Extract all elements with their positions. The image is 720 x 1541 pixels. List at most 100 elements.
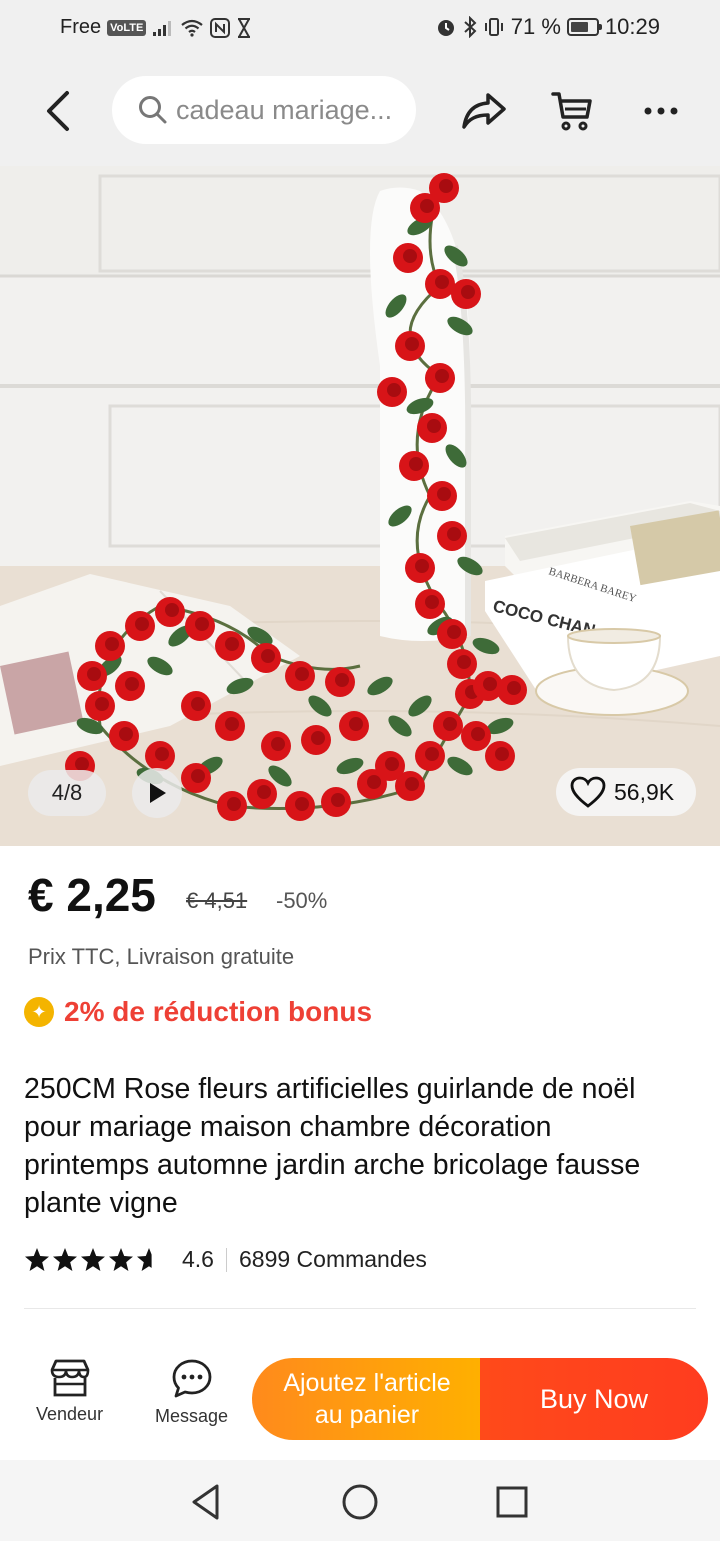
- alarm-icon: [435, 16, 457, 38]
- star-icon: [25, 1247, 49, 1271]
- nfc-icon: [210, 17, 231, 38]
- garland-rose-center: [435, 275, 449, 289]
- bonus-text: 2% de réduction bonus: [64, 996, 373, 1027]
- garland-rose-center: [135, 617, 149, 631]
- likes-count: 56,9K: [614, 778, 675, 805]
- star-icon: [53, 1247, 77, 1271]
- garland-rose-center: [195, 617, 209, 631]
- garland-rose-center: [227, 797, 241, 811]
- garland-rose-center: [311, 731, 325, 745]
- signal-icon: [152, 19, 174, 37]
- battery-icon: [566, 18, 602, 36]
- chat-icon: [172, 1359, 211, 1398]
- star-icon: [137, 1247, 161, 1271]
- rating-value: 4.6: [182, 1246, 214, 1272]
- status-right: 71 % 10:29: [435, 14, 660, 40]
- garland-rose-center: [483, 677, 497, 691]
- buy-now-label: Buy Now: [539, 1383, 649, 1414]
- status-left: Free VoLTE: [60, 16, 252, 39]
- garland-rose-center: [261, 649, 275, 663]
- clock: 10:29: [604, 14, 660, 39]
- garland-rose-center: [461, 285, 475, 299]
- back-button[interactable]: [36, 86, 80, 136]
- top-bar: cadeau mariage...: [0, 56, 720, 166]
- seller-label: Vendeur: [36, 1404, 104, 1424]
- bonus-row[interactable]: ✦ 2% de réduction bonus: [24, 996, 372, 1028]
- buy-now-button[interactable]: Buy Now: [480, 1358, 708, 1440]
- garland-rose-center: [437, 487, 451, 501]
- search-placeholder: cadeau mariage...: [176, 94, 393, 125]
- rating-separator: [225, 1247, 227, 1272]
- cart-button[interactable]: [546, 86, 598, 136]
- play-button[interactable]: [132, 768, 182, 818]
- vibrate-icon: [483, 16, 505, 38]
- garland-rose-center: [125, 677, 139, 691]
- nav-recents-icon: [496, 1486, 528, 1518]
- garland-rose-center: [507, 681, 521, 695]
- tax-shipping-info: Prix TTC, Livraison gratuite: [28, 944, 295, 969]
- garland-rose-center: [435, 369, 449, 383]
- garland-rose-center: [425, 595, 439, 609]
- image-counter: 4/8: [28, 770, 106, 816]
- garland-rose-center: [155, 747, 169, 761]
- garland-rose-center: [295, 797, 309, 811]
- nav-home-icon: [342, 1484, 378, 1520]
- garland-rose-center: [387, 383, 401, 397]
- more-icon: [644, 107, 678, 115]
- add-to-cart-button[interactable]: Ajoutez l'article au panier: [252, 1358, 482, 1440]
- garland-rose-center: [225, 637, 239, 651]
- garland-rose-center: [331, 793, 345, 807]
- bonus-star-icon: ✦: [24, 997, 54, 1027]
- garland-rose-center: [95, 697, 109, 711]
- divider: [24, 1308, 696, 1309]
- message-tab[interactable]: Message: [155, 1358, 228, 1427]
- battery-percent: 71 %: [510, 14, 561, 39]
- store-icon: [50, 1359, 89, 1397]
- garland-rose-center: [447, 527, 461, 541]
- cart-icon: [551, 92, 592, 131]
- garland-rose-center: [191, 697, 205, 711]
- carrier-label: Free: [60, 16, 102, 38]
- star-icon: [109, 1247, 133, 1271]
- garland-rose-center: [403, 249, 417, 263]
- garland-rose-center: [409, 457, 423, 471]
- wishlist-button[interactable]: 56,9K: [556, 768, 696, 816]
- seller-tab[interactable]: Vendeur: [36, 1358, 103, 1425]
- star-rating: [24, 1247, 162, 1273]
- system-nav-bar: [0, 1460, 720, 1541]
- garland-rose-center: [75, 757, 89, 771]
- garland-rose-center: [425, 747, 439, 761]
- heart-icon: [570, 776, 606, 808]
- message-label: Message: [155, 1406, 229, 1426]
- product-image[interactable]: BARBERA BAREY COCO CHAN: [0, 166, 720, 846]
- share-button[interactable]: [458, 86, 510, 136]
- nav-back-icon: [192, 1484, 219, 1520]
- nav-recents-button[interactable]: [490, 1480, 534, 1524]
- garland-rose-center: [385, 757, 399, 771]
- nav-back-button[interactable]: [184, 1480, 228, 1524]
- wifi-icon: [180, 19, 204, 37]
- garland-rose-center: [439, 179, 453, 193]
- garland-rose-center: [225, 717, 239, 731]
- play-icon: [150, 783, 166, 803]
- hourglass-icon: [236, 17, 252, 38]
- add-to-cart-label: Ajoutez l'article au panier: [283, 1369, 451, 1429]
- garland-rose-center: [447, 625, 461, 639]
- search-icon: [139, 96, 167, 124]
- garland-rose-center: [271, 737, 285, 751]
- discount-badge: -50%: [276, 888, 328, 913]
- garland-rose-center: [405, 777, 419, 791]
- garland-rose-center: [191, 769, 205, 783]
- more-button[interactable]: [636, 86, 686, 136]
- garland-rose-center: [367, 775, 381, 789]
- garland-rose-center: [119, 727, 133, 741]
- share-icon: [462, 93, 506, 129]
- back-icon: [47, 91, 69, 131]
- garland-rose-center: [495, 747, 509, 761]
- garland-rose-center: [415, 559, 429, 573]
- search-input[interactable]: cadeau mariage...: [112, 76, 416, 144]
- garland-rose-center: [87, 667, 101, 681]
- garland-rose-center: [427, 419, 441, 433]
- nav-home-button[interactable]: [338, 1480, 382, 1524]
- rating-row[interactable]: 4.6 6899 Commandes: [24, 1246, 427, 1273]
